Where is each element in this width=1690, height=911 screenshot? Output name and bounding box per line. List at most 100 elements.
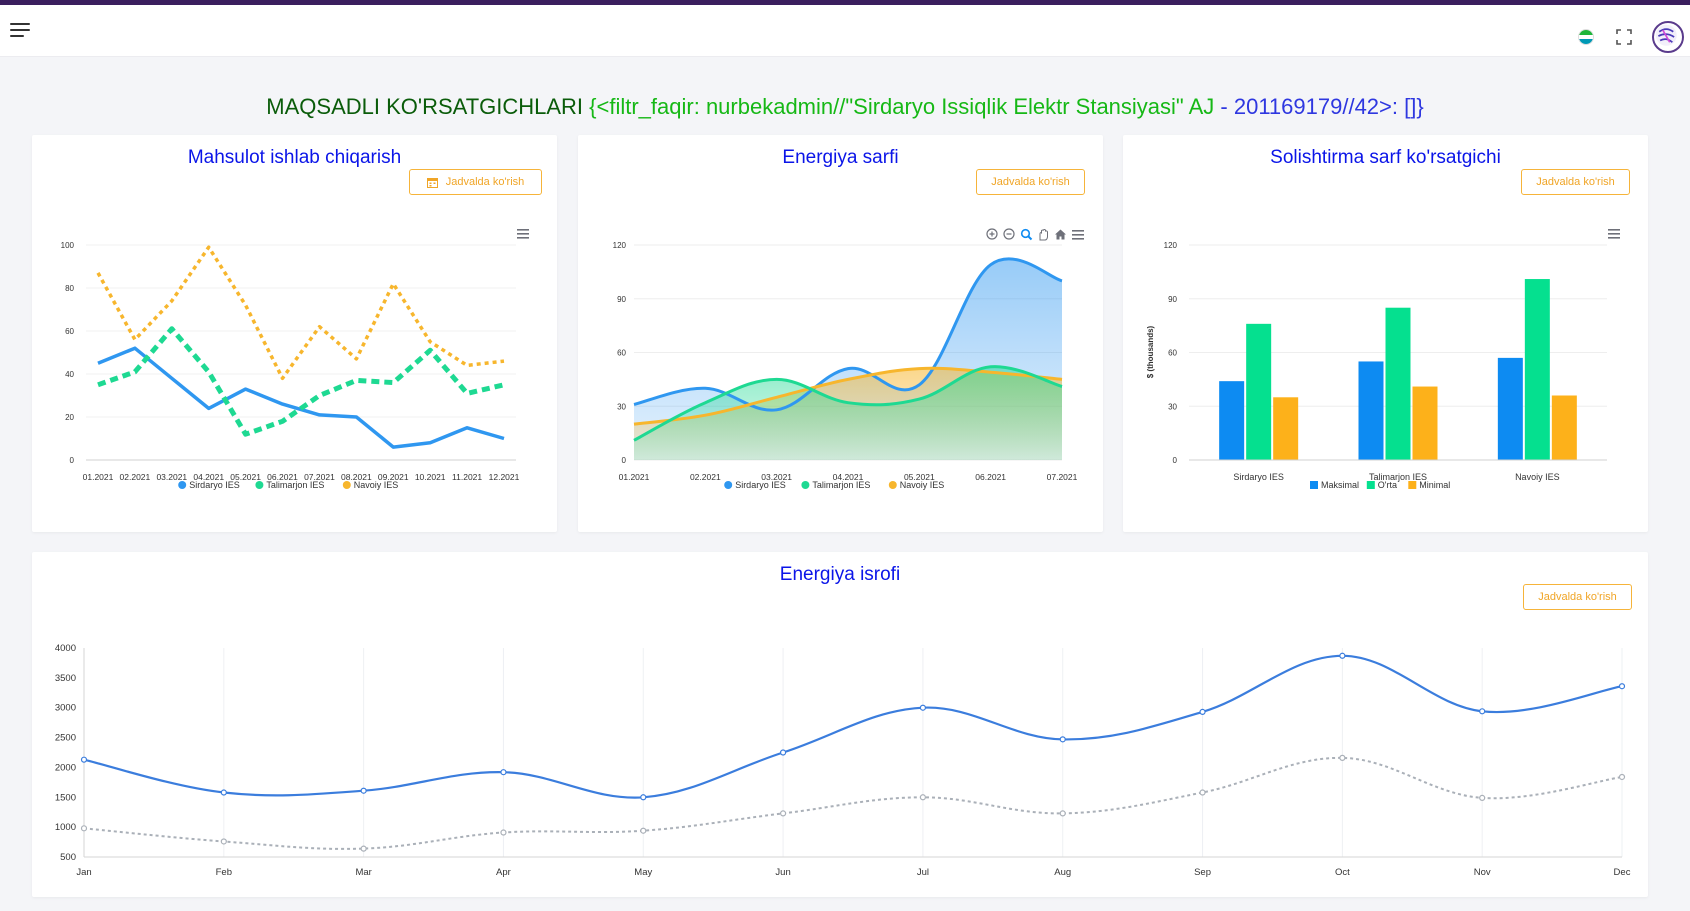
production-line-chart: 02040608010001.2021 02.2021 03.2021 04.2021…	[61, 229, 529, 490]
fullscreen-icon[interactable]	[1616, 29, 1632, 45]
bar	[1246, 323, 1272, 460]
legend-marker	[1366, 481, 1375, 489]
data-point	[1339, 754, 1346, 761]
bar	[1551, 395, 1577, 460]
data-point	[1199, 708, 1206, 715]
x-tick-label: Nov	[1474, 867, 1491, 878]
x-tick-label: Sirdaryo IES	[1233, 472, 1284, 482]
x-tick-label: Jun	[775, 867, 790, 878]
legend-label: Sirdaryo IES	[735, 480, 786, 490]
y-tick-label: 100	[61, 241, 75, 250]
series-line	[96, 245, 505, 381]
legend-marker	[888, 481, 897, 489]
bar	[1497, 357, 1523, 460]
x-tick-label: Dec	[1614, 867, 1631, 878]
x-tick-label: Apr	[496, 867, 511, 878]
uzbekistan-flag-icon[interactable]	[1578, 29, 1594, 45]
y-tick-label: 60	[617, 349, 626, 358]
series-line	[83, 756, 1623, 850]
page-title-filter: {<filtr_faqir: nurbekadmin//"Sirdaryo Is…	[583, 94, 1215, 119]
data-point	[779, 749, 787, 756]
bar	[1524, 279, 1550, 460]
data-point	[360, 787, 367, 794]
legend-marker	[342, 481, 351, 489]
data-point	[500, 769, 507, 776]
x-tick-label: 01.2021	[83, 472, 114, 482]
zoom-out-icon[interactable]	[1003, 228, 1015, 240]
magnifier-icon[interactable]	[1020, 228, 1033, 241]
x-tick-label: Aug	[1054, 867, 1071, 878]
data-point	[1618, 683, 1626, 690]
legend-item: Navoiy IES	[888, 480, 945, 490]
legend-item: Maksimal	[1310, 480, 1359, 490]
data-point	[80, 825, 88, 832]
data-point	[1059, 736, 1066, 743]
x-tick-label: 02.2021	[690, 472, 721, 482]
hamburger-menu-icon[interactable]	[10, 23, 30, 39]
chart-menu-icon[interactable]	[1608, 229, 1620, 239]
y-tick-label: 30	[1168, 402, 1177, 411]
bar	[1358, 361, 1384, 460]
x-tick-label: Mar	[355, 867, 371, 878]
energy-loss-line-chart: 500 1000 1500 2000 2500 3000 3500 4000 Jan Feb Mar…	[55, 643, 1631, 878]
legend-marker	[1408, 481, 1417, 489]
y-tick-label: 90	[617, 295, 626, 304]
data-point	[360, 845, 367, 852]
data-point	[1059, 810, 1066, 817]
x-tick-label: 03.2021	[156, 472, 187, 482]
legend-label: Navoiy IES	[900, 480, 945, 490]
production-chart-card: Mahsulot ishlab chiqarish Jadvalda ko'ri…	[32, 135, 557, 532]
user-avatar-icon[interactable]	[1652, 21, 1684, 53]
y-tick-label: 2000	[55, 762, 76, 773]
page-title-filter-id: - 201169179//42>: []}	[1214, 94, 1424, 119]
legend-item: Sirdaryo IES	[178, 480, 240, 490]
x-tick-label: Jul	[917, 867, 929, 878]
top-navbar	[0, 5, 1690, 57]
specific-consumption-card: Solishtirma sarf ko'rsatgichi Jadvalda k…	[1123, 135, 1648, 532]
x-tick-label: 06.2021	[975, 472, 1006, 482]
data-point	[640, 827, 647, 834]
x-tick-label: Sep	[1194, 867, 1211, 878]
zoom-in-icon[interactable]	[986, 228, 998, 240]
y-axis-label: $ (thousands)	[1146, 325, 1155, 378]
y-tick-label: 60	[65, 327, 74, 336]
data-point	[220, 789, 227, 796]
legend-item: Sirdaryo IES	[724, 480, 786, 490]
bar	[1385, 307, 1411, 460]
y-tick-label: 500	[60, 852, 76, 863]
data-point	[640, 794, 647, 801]
y-tick-label: 30	[617, 402, 626, 411]
legend-label: O'rta	[1378, 480, 1397, 490]
chart-menu-icon[interactable]	[1072, 230, 1084, 240]
data-point	[1339, 652, 1346, 659]
data-point	[220, 838, 227, 845]
y-tick-label: 80	[65, 284, 74, 293]
x-tick-label: 12.2021	[489, 472, 520, 482]
consumption-chart-card: Energiya sarfi Jadvalda ko'rish 0 30 60 90 1…	[578, 135, 1103, 532]
legend-marker	[1310, 481, 1318, 489]
x-tick-label: Navoiy IES	[1515, 472, 1560, 482]
y-tick-label: 20	[65, 413, 74, 422]
x-tick-label: 10.2021	[415, 472, 446, 482]
chart-menu-icon[interactable]	[517, 229, 529, 239]
energy-loss-card: Energiya isrofi Jadvalda ko'rish 500 1000…	[32, 552, 1648, 897]
y-tick-label: 60	[1168, 349, 1177, 358]
legend-item: Talimarjon IES	[255, 480, 324, 490]
data-point	[919, 794, 927, 801]
y-tick-label: 2500	[55, 733, 76, 744]
home-reset-icon[interactable]	[1055, 229, 1066, 240]
series-line	[97, 326, 505, 437]
x-tick-label: May	[634, 867, 652, 878]
y-tick-label: 90	[1168, 295, 1177, 304]
data-point	[1479, 794, 1486, 801]
series-line	[97, 346, 505, 449]
pan-hand-icon[interactable]	[1039, 228, 1048, 241]
data-point	[1199, 789, 1206, 796]
data-point	[1479, 708, 1486, 715]
y-tick-label: 4000	[55, 643, 76, 654]
legend-item: Talimarjon IES	[801, 480, 870, 490]
x-tick-label: Oct	[1335, 867, 1350, 878]
page-title: MAQSADLI KO'RSATGICHLARI {<filtr_faqir: …	[0, 94, 1690, 120]
x-tick-label: 02.2021	[120, 472, 151, 482]
bar	[1273, 397, 1299, 460]
